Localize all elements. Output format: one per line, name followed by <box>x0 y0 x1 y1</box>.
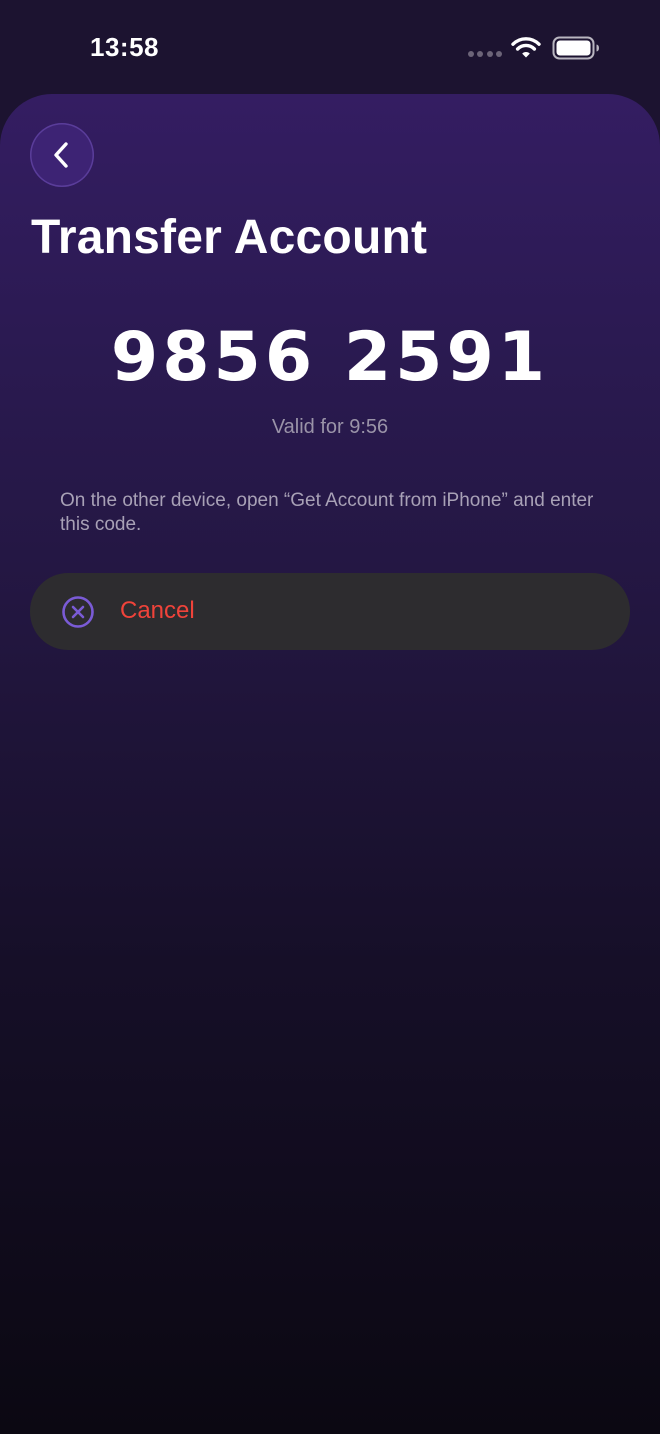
back-button[interactable] <box>30 123 94 187</box>
status-bar: 13:58 <box>0 0 660 94</box>
cancel-label: Cancel <box>120 597 195 624</box>
sheet <box>0 94 660 1434</box>
chevron-left-icon <box>54 142 68 168</box>
transfer-code: 9856 2591 <box>110 318 550 397</box>
signal-dots-icon <box>468 51 502 57</box>
status-time: 13:58 <box>90 32 159 62</box>
battery-icon <box>552 36 599 60</box>
validity-timer: Valid for 9:56 <box>271 416 389 438</box>
close-circle-icon <box>62 596 94 628</box>
transfer-account-screen: 13:58 Transfer Account 9856 2591 Valid f… <box>0 0 660 1434</box>
instructions-text: On the other device, open “Get Account f… <box>60 490 594 535</box>
page-title: Transfer Account <box>31 211 428 264</box>
wifi-icon <box>511 37 541 58</box>
cancel-button[interactable]: Cancel <box>30 573 630 650</box>
